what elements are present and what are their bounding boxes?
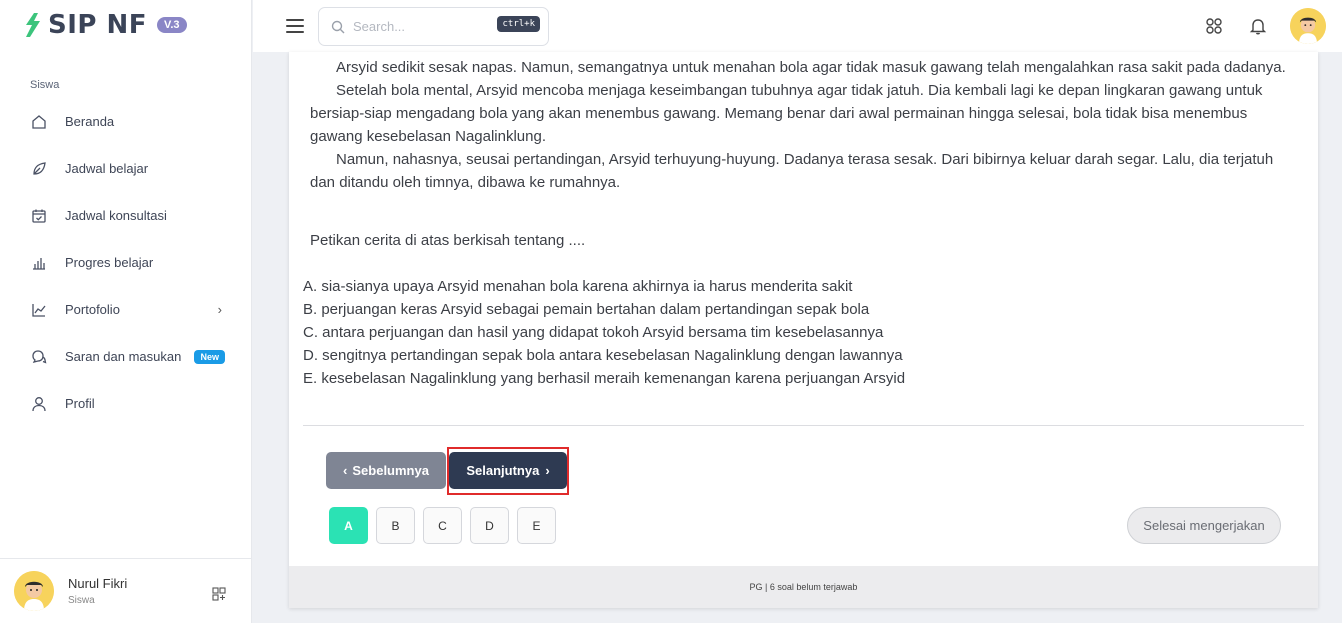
sidebar-item-portofolio[interactable]: Portofolio › bbox=[0, 286, 252, 333]
sidebar-item-saran-dan-masukan[interactable]: Saran dan masukan New bbox=[0, 333, 252, 380]
new-badge: New bbox=[194, 349, 225, 364]
leaf-icon bbox=[30, 160, 48, 178]
avatar bbox=[14, 571, 54, 611]
option-a[interactable]: A. sia-sianya upaya Arsyid menahan bola … bbox=[303, 275, 905, 298]
chevron-left-icon: ‹ bbox=[343, 463, 348, 478]
user-icon bbox=[30, 395, 48, 413]
sidebar-section-label: Siswa bbox=[30, 79, 60, 91]
search-shortcut-badge: ctrl+k bbox=[497, 16, 540, 32]
home-icon bbox=[30, 113, 48, 131]
previous-label: Sebelumnya bbox=[352, 463, 429, 478]
search-icon bbox=[331, 20, 345, 33]
answer-button-d[interactable]: D bbox=[470, 507, 509, 544]
option-c[interactable]: C. antara perjuangan dan hasil yang dida… bbox=[303, 321, 905, 344]
sidebar-item-beranda[interactable]: Beranda bbox=[0, 98, 252, 145]
switch-view-icon[interactable] bbox=[212, 587, 226, 606]
option-b[interactable]: B. perjuangan keras Arsyid sebagai pemai… bbox=[303, 298, 905, 321]
answer-button-e[interactable]: E bbox=[517, 507, 556, 544]
logo-text: SIP NF bbox=[48, 10, 148, 40]
search-box[interactable]: ctrl+k bbox=[318, 7, 549, 46]
option-e[interactable]: E. kesebelasan Nagalinklung yang berhasi… bbox=[303, 367, 905, 390]
answer-buttons: A B C D E bbox=[329, 507, 564, 544]
user-role: Siswa bbox=[68, 595, 95, 606]
sidebar: SIP NF V.3 Siswa Beranda Jadwal belajar … bbox=[0, 0, 252, 623]
chat-icon bbox=[30, 348, 48, 366]
header-avatar[interactable] bbox=[1290, 8, 1326, 44]
header-actions bbox=[1202, 8, 1326, 44]
menu-toggle-icon[interactable] bbox=[286, 19, 304, 33]
sidebar-item-label: Jadwal konsultasi bbox=[65, 208, 167, 223]
search-input[interactable] bbox=[353, 19, 483, 34]
next-label: Selanjutnya bbox=[466, 463, 540, 478]
answer-options: A. sia-sianya upaya Arsyid menahan bola … bbox=[303, 275, 905, 390]
sidebar-item-label: Beranda bbox=[65, 114, 115, 129]
top-header: ctrl+k bbox=[253, 0, 1342, 52]
question-card: Arsyid sedikit sesak napas. Namun, seman… bbox=[289, 52, 1318, 608]
sidebar-item-label: Profil bbox=[65, 396, 95, 411]
finish-button[interactable]: Selesai mengerjakan bbox=[1127, 507, 1281, 544]
next-button[interactable]: Selanjutnya › bbox=[449, 452, 567, 489]
sidebar-item-label: Progres belajar bbox=[65, 255, 154, 270]
sidebar-user-card[interactable]: Nurul Fikri Siswa bbox=[0, 558, 252, 623]
sidebar-item-jadwal-belajar[interactable]: Jadwal belajar bbox=[0, 145, 252, 192]
apps-grid-icon[interactable] bbox=[1202, 14, 1226, 38]
sidebar-item-label: Jadwal belajar bbox=[65, 161, 149, 176]
logo-mark-icon bbox=[26, 13, 40, 37]
answer-button-b[interactable]: B bbox=[376, 507, 415, 544]
user-name: Nurul Fikri bbox=[68, 576, 128, 591]
reading-passage: Arsyid sedikit sesak napas. Namun, seman… bbox=[310, 56, 1300, 194]
question-text: Petikan cerita di atas berkisah tentang … bbox=[310, 232, 586, 249]
sidebar-item-profil[interactable]: Profil bbox=[0, 380, 252, 427]
sidebar-item-label: Portofolio bbox=[65, 302, 120, 317]
bell-icon[interactable] bbox=[1246, 14, 1270, 38]
version-badge: V.3 bbox=[157, 17, 187, 33]
calendar-check-icon bbox=[30, 207, 48, 225]
passage-paragraph: Namun, nahasnya, seusai pertandingan, Ar… bbox=[310, 151, 1274, 191]
sidebar-item-jadwal-konsultasi[interactable]: Jadwal konsultasi bbox=[0, 192, 252, 239]
chevron-right-icon: › bbox=[545, 463, 550, 478]
chevron-right-icon: › bbox=[217, 302, 222, 317]
divider bbox=[303, 425, 1304, 426]
sidebar-item-progres-belajar[interactable]: Progres belajar bbox=[0, 239, 252, 286]
passage-paragraph: Arsyid sedikit sesak napas. Namun, seman… bbox=[336, 59, 1286, 76]
line-chart-icon bbox=[30, 301, 48, 319]
answer-button-a[interactable]: A bbox=[329, 507, 368, 544]
sidebar-item-label: Saran dan masukan bbox=[65, 349, 182, 364]
option-d[interactable]: D. sengitnya pertandingan sepak bola ant… bbox=[303, 344, 905, 367]
answer-button-c[interactable]: C bbox=[423, 507, 462, 544]
card-footer-status: PG | 6 soal belum terjawab bbox=[289, 566, 1318, 608]
app-logo[interactable]: SIP NF V.3 bbox=[22, 10, 187, 40]
sidebar-nav: Beranda Jadwal belajar Jadwal konsultasi… bbox=[0, 98, 252, 427]
bar-chart-icon bbox=[30, 254, 48, 272]
user-info: Nurul Fikri Siswa bbox=[68, 576, 127, 606]
previous-button[interactable]: ‹ Sebelumnya bbox=[326, 452, 446, 489]
passage-paragraph: Setelah bola mental, Arsyid mencoba menj… bbox=[310, 82, 1263, 145]
